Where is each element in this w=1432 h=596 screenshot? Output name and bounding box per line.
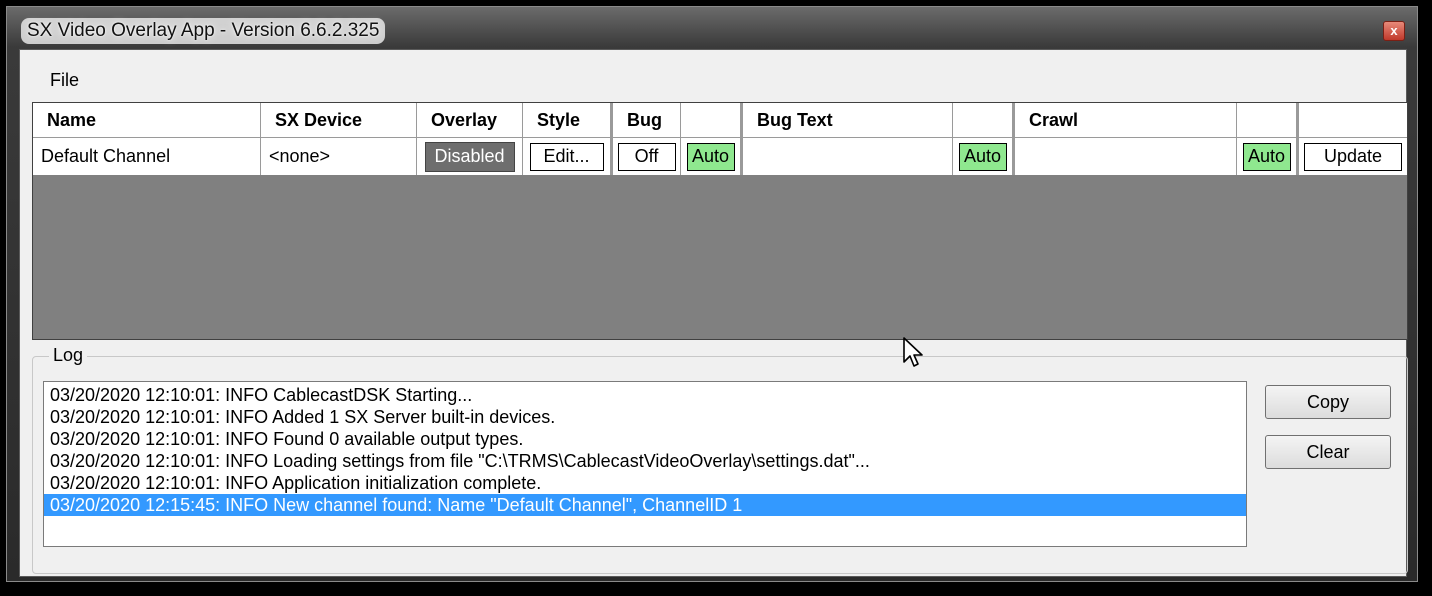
title-bar[interactable]: SX Video Overlay App - Version 6.6.2.325… bbox=[7, 7, 1417, 49]
app-window: SX Video Overlay App - Version 6.6.2.325… bbox=[6, 6, 1418, 582]
overlay-status-button[interactable]: Disabled bbox=[424, 141, 515, 172]
log-line[interactable]: 03/20/2020 12:10:01: INFO Added 1 SX Ser… bbox=[44, 406, 1246, 428]
log-legend: Log bbox=[49, 345, 88, 366]
log-line-selected[interactable]: 03/20/2020 12:15:45: INFO New channel fo… bbox=[44, 494, 1246, 516]
cell-crawl[interactable] bbox=[1013, 138, 1237, 175]
copy-button[interactable]: Copy bbox=[1265, 385, 1391, 419]
bug-toggle-button[interactable]: Off bbox=[617, 142, 676, 171]
cell-bug-auto: Auto bbox=[681, 138, 741, 175]
style-edit-button[interactable]: Edit... bbox=[529, 142, 604, 171]
col-header-bug-text[interactable]: Bug Text bbox=[741, 103, 953, 137]
col-header-style[interactable]: Style bbox=[523, 103, 611, 137]
channel-grid: Name SX Device Overlay Style Bug Bug Tex… bbox=[32, 102, 1408, 340]
log-line[interactable]: 03/20/2020 12:10:01: INFO Application in… bbox=[44, 472, 1246, 494]
table-row[interactable]: Default Channel <none> Disabled Edit... … bbox=[33, 138, 1407, 175]
bug-auto-button[interactable]: Auto bbox=[686, 142, 735, 171]
clear-button[interactable]: Clear bbox=[1265, 435, 1391, 469]
log-line[interactable]: 03/20/2020 12:10:01: INFO CablecastDSK S… bbox=[44, 384, 1246, 406]
close-icon: x bbox=[1390, 23, 1398, 38]
menu-file[interactable]: File bbox=[50, 70, 79, 91]
window-title: SX Video Overlay App - Version 6.6.2.325 bbox=[21, 18, 386, 44]
close-button[interactable]: x bbox=[1383, 21, 1405, 41]
log-list[interactable]: 03/20/2020 12:10:01: INFO CablecastDSK S… bbox=[43, 381, 1247, 547]
update-button[interactable]: Update bbox=[1304, 142, 1402, 171]
log-group: Log 03/20/2020 12:10:01: INFO CablecastD… bbox=[32, 345, 1408, 574]
mouse-cursor-icon bbox=[903, 337, 923, 367]
log-line[interactable]: 03/20/2020 12:10:01: INFO Found 0 availa… bbox=[44, 428, 1246, 450]
cell-bug-text[interactable] bbox=[741, 138, 953, 175]
col-header-name[interactable]: Name bbox=[33, 103, 261, 137]
menu-bar: File bbox=[20, 50, 1406, 98]
crawl-auto-button[interactable]: Auto bbox=[1242, 142, 1291, 171]
col-header-bug-auto bbox=[681, 103, 741, 137]
col-header-overlay[interactable]: Overlay bbox=[417, 103, 523, 137]
client-area: File Name SX Device Overlay Style Bug Bu… bbox=[19, 49, 1408, 577]
cell-sx-device[interactable]: <none> bbox=[261, 138, 417, 175]
grid-header: Name SX Device Overlay Style Bug Bug Tex… bbox=[33, 103, 1407, 138]
log-line[interactable]: 03/20/2020 12:10:01: INFO Loading settin… bbox=[44, 450, 1246, 472]
cell-crawl-auto: Auto bbox=[1237, 138, 1297, 175]
bug-text-auto-button[interactable]: Auto bbox=[958, 142, 1007, 171]
col-header-bug-text-auto bbox=[953, 103, 1013, 137]
col-header-sx-device[interactable]: SX Device bbox=[261, 103, 417, 137]
cell-update: Update bbox=[1297, 138, 1407, 175]
cell-style: Edit... bbox=[523, 138, 611, 175]
cell-overlay: Disabled bbox=[417, 138, 523, 175]
cell-channel-name[interactable]: Default Channel bbox=[33, 138, 261, 175]
col-header-crawl-auto bbox=[1237, 103, 1297, 137]
col-header-crawl[interactable]: Crawl bbox=[1013, 103, 1237, 137]
cell-bug: Off bbox=[611, 138, 681, 175]
cell-bug-text-auto: Auto bbox=[953, 138, 1013, 175]
col-header-bug[interactable]: Bug bbox=[611, 103, 681, 137]
col-header-update bbox=[1297, 103, 1407, 137]
